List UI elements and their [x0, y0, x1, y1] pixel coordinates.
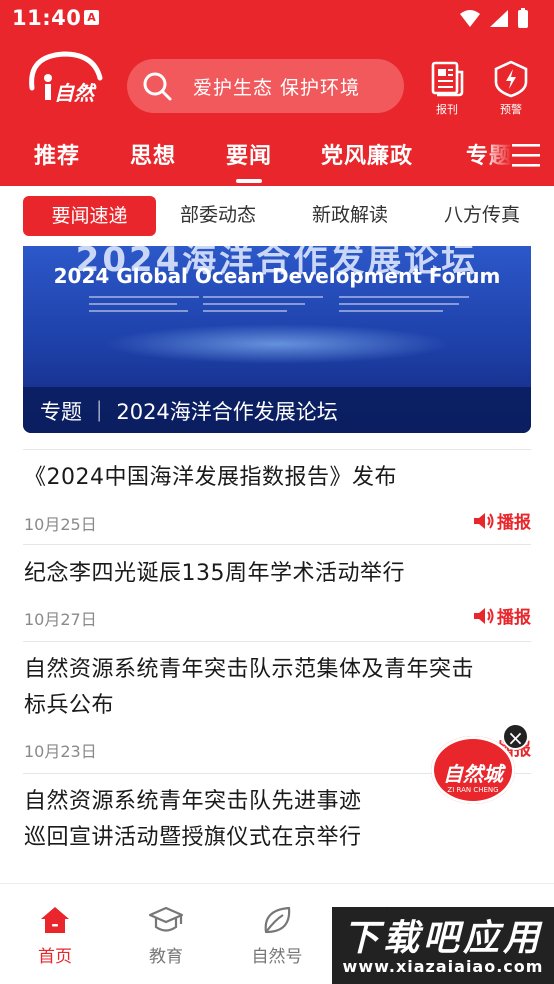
- nav-nature-label: 自然号: [251, 947, 303, 967]
- nav-education-label: 教育: [149, 947, 183, 967]
- banner-caption: 专题 ｜ 2024海洋合作发展论坛: [40, 400, 338, 424]
- banner-fineprint: [203, 296, 323, 326]
- news-date: 10月27日: [24, 610, 97, 629]
- newspaper-icon: [431, 61, 464, 97]
- play-label: 播报: [497, 513, 531, 533]
- status-icons: [458, 8, 540, 34]
- graduation-cap-icon: [148, 906, 184, 932]
- speaker-icon: [474, 513, 494, 529]
- app-header: 11:40 A 自然 爱护生态 保护环境 报刊 预警 推荐 思想 要闻 党风廉政: [0, 0, 554, 186]
- play-audio-button[interactable]: 播报: [473, 508, 531, 533]
- subtab-news-express[interactable]: 要闻速递: [23, 196, 156, 236]
- subtab-regional[interactable]: 八方传真: [444, 200, 520, 227]
- banner-card[interactable]: 2024海洋合作发展论坛 2024 Global Ocean Developme…: [23, 246, 531, 433]
- nav-nature[interactable]: 自然号: [242, 904, 312, 967]
- watermark-url: www.xiazaiaiao.com: [342, 957, 544, 976]
- newspaper-label: 报刊: [436, 103, 458, 116]
- newspaper-button[interactable]: 报刊: [422, 60, 472, 122]
- news-title: 《2024中国海洋发展指数报告》发布: [24, 465, 397, 490]
- menu-icon[interactable]: [512, 142, 540, 168]
- search-placeholder: 爱护生态 保护环境: [193, 77, 361, 99]
- search-bar[interactable]: 爱护生态 保护环境: [127, 59, 404, 113]
- banner-glow: [103, 324, 451, 364]
- tab-thought[interactable]: 思想: [130, 138, 176, 170]
- banner-fineprint: [339, 296, 469, 326]
- sub-tabs: 要闻速递 部委动态 新政解读 八方传真: [0, 186, 554, 246]
- app-logo[interactable]: 自然: [24, 48, 104, 106]
- battery-icon: [518, 10, 528, 28]
- news-date: 10月25日: [24, 515, 97, 534]
- play-audio-button[interactable]: 播报: [473, 603, 531, 628]
- news-date: 10月23日: [24, 742, 97, 761]
- banner-title-en: 2024 Global Ocean Development Forum: [53, 264, 501, 288]
- subtab-ministry[interactable]: 部委动态: [180, 200, 256, 227]
- news-title-line2: 巡回宣讲活动暨授旗仪式在京举行: [24, 825, 362, 850]
- news-title-line1: 自然资源系统青年突击队示范集体及青年突击: [24, 657, 475, 682]
- nav-home[interactable]: 首页: [20, 904, 90, 967]
- status-bar: 11:40 A: [0, 0, 554, 38]
- tab-recommend[interactable]: 推荐: [34, 138, 80, 170]
- floating-ad-subtext: ZI RAN CHENG: [447, 786, 499, 794]
- close-ad-button[interactable]: ×: [502, 723, 529, 750]
- warning-shield-icon: [494, 60, 528, 98]
- status-time: 11:40: [12, 6, 82, 30]
- alert-button[interactable]: 预警: [486, 60, 536, 122]
- news-title-line2: 标兵公布: [24, 693, 115, 718]
- app-notification-icon: A: [84, 10, 99, 25]
- banner-fineprint: [89, 296, 199, 326]
- tab-integrity[interactable]: 党风廉政: [321, 138, 413, 170]
- floating-ad[interactable]: 自然城 ZI RAN CHENG: [431, 736, 515, 804]
- search-icon: [143, 72, 172, 101]
- signal-icon: [490, 10, 508, 27]
- news-title: 纪念李四光诞辰135周年学术活动举行: [24, 561, 405, 586]
- tab-news[interactable]: 要闻: [226, 138, 272, 183]
- news-title-line1: 自然资源系统青年突击队先进事迹: [24, 789, 362, 814]
- channel-tabs: 推荐 思想 要闻 党风廉政 专题: [0, 126, 554, 186]
- news-item[interactable]: 纪念李四光诞辰135周年学术活动举行 10月27日 播报: [23, 544, 531, 641]
- alert-label: 预警: [500, 103, 522, 116]
- wifi-icon: [460, 10, 480, 27]
- floating-ad-text: 自然城: [443, 762, 503, 786]
- svg-text:自然: 自然: [54, 82, 97, 105]
- nav-home-label: 首页: [38, 947, 72, 967]
- speaker-icon: [474, 608, 494, 624]
- home-icon: [41, 907, 69, 933]
- banner-caption-bar: 专题 ｜ 2024海洋合作发展论坛: [23, 387, 531, 433]
- leaf-icon: [264, 906, 291, 934]
- subtab-policy[interactable]: 新政解读: [312, 200, 388, 227]
- watermark-main: 下载吧应用: [342, 918, 543, 959]
- watermark: 下载吧应用 www.xiazaiaiao.com: [332, 907, 554, 984]
- nav-education[interactable]: 教育: [131, 904, 201, 967]
- news-item[interactable]: 《2024中国海洋发展指数报告》发布 10月25日 播报: [23, 449, 531, 544]
- play-label: 播报: [497, 608, 531, 628]
